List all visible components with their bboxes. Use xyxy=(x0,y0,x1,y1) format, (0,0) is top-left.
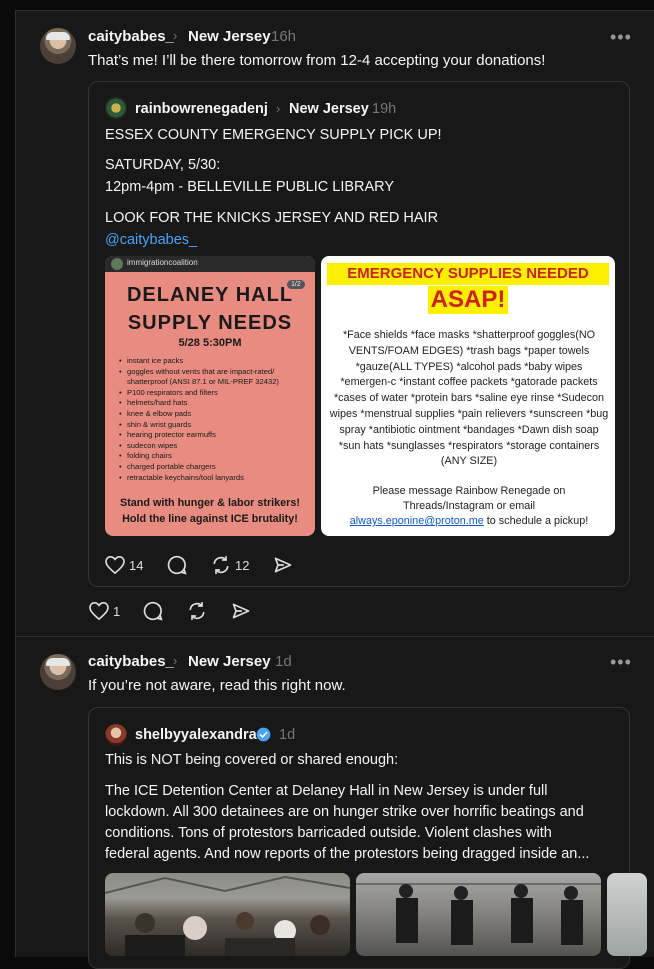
mention-link[interactable]: @caitybabes_ xyxy=(105,232,197,248)
quoted-avatar[interactable] xyxy=(105,724,127,746)
flyer-email: always.eponine@proton.me xyxy=(349,515,484,527)
flyer-header: immigrationcoalition xyxy=(105,256,315,272)
flyer-item: instant ice packs xyxy=(119,356,309,367)
post-divider xyxy=(15,636,654,637)
comment-icon[interactable] xyxy=(167,555,187,575)
quoted-text-line: SATURDAY, 5/30: xyxy=(105,157,221,173)
agents-photo-scene xyxy=(356,883,601,945)
flyer-image-emergency-supplies[interactable]: EMERGENCY SUPPLIES NEEDED ASAP! *Face sh… xyxy=(321,256,615,536)
quoted-location[interactable]: New Jersey xyxy=(289,101,369,117)
heart-icon[interactable] xyxy=(89,602,109,620)
flyer-heading-bar: EMERGENCY SUPPLIES NEEDED xyxy=(327,263,609,285)
post-location[interactable]: New Jersey xyxy=(188,28,271,45)
like-count: 14 xyxy=(129,558,144,573)
like-count: 1 xyxy=(113,604,121,619)
repost-icon[interactable] xyxy=(211,555,231,575)
flyer-item: shin & wrist guards xyxy=(119,420,309,431)
flyer-item: hearing protector earmuffs xyxy=(119,430,309,441)
quoted-text-line: federal agents. And now reports of the p… xyxy=(105,846,590,862)
flyer-cta-tail: to schedule a pickup! xyxy=(483,515,589,527)
quoted-text-line: This is NOT being covered or shared enou… xyxy=(105,752,399,768)
share-icon[interactable] xyxy=(273,555,293,575)
flyer-cta-line: Threads/Instagram or email xyxy=(402,500,535,512)
chevron-right-icon: › xyxy=(276,101,281,116)
more-options-icon[interactable]: ••• xyxy=(610,27,632,48)
account-avatar-icon xyxy=(111,258,123,270)
flyer-footer: Stand with hunger & labor strikers! xyxy=(120,497,300,509)
flyer-item: goggles without vents that are impact-ra… xyxy=(119,367,309,388)
flyer-item: knee & elbow pads xyxy=(119,409,309,420)
heart-icon[interactable] xyxy=(105,556,125,574)
quoted-time: 1d xyxy=(279,727,296,743)
quoted-text-line: LOOK FOR THE KNICKS JERSEY AND RED HAIR xyxy=(105,210,439,226)
quoted-avatar[interactable] xyxy=(105,97,127,119)
repost-icon[interactable] xyxy=(187,601,207,621)
flyer-cta: Please message Rainbow Renegade on Threa… xyxy=(329,484,609,529)
quoted-text-line: lockdown. All 300 detainees are on hunge… xyxy=(105,804,584,820)
post-username[interactable]: caitybabes_ xyxy=(88,28,174,45)
post-username[interactable]: caitybabes_ xyxy=(88,653,174,670)
comment-icon[interactable] xyxy=(143,601,163,621)
flyer-cta-line: Please message Rainbow Renegade on xyxy=(372,485,566,497)
flyer-title: SUPPLY NEEDS xyxy=(127,312,293,334)
flyer-item: retractable keychains/tool lanyards xyxy=(119,473,309,484)
post-text: That’s me! I’ll be there tomorrow from 1… xyxy=(88,52,546,69)
post-time: 1d xyxy=(275,653,292,670)
protest-photo-scene xyxy=(105,875,350,956)
verified-badge-icon xyxy=(256,727,271,742)
avatar[interactable] xyxy=(40,28,76,64)
more-options-icon[interactable]: ••• xyxy=(610,652,632,673)
protest-photo[interactable] xyxy=(105,873,350,956)
flyer-footer: Hold the line against ICE brutality! xyxy=(122,513,298,525)
third-photo-partial[interactable] xyxy=(607,873,647,956)
quoted-time: 19h xyxy=(372,101,397,117)
flyer-asap: ASAP! xyxy=(427,286,509,314)
top-divider xyxy=(15,0,654,11)
flyer-date: 5/28 5:30PM xyxy=(178,337,242,349)
flyer-cta-line: always.eponine@proton.me to schedule a p… xyxy=(329,514,609,529)
quoted-text-line: 12pm-4pm - BELLEVILLE PUBLIC LIBRARY xyxy=(105,179,395,195)
post-text: If you’re not aware, read this right now… xyxy=(88,677,346,694)
flyer-item: sudecon wipes xyxy=(119,441,309,452)
quoted-username[interactable]: shelbyyalexandra xyxy=(135,727,257,743)
quoted-text-line: ESSEX COUNTY EMERGENCY SUPPLY PICK UP! xyxy=(105,127,442,143)
quoted-text-line: The ICE Detention Center at Delaney Hall… xyxy=(105,783,548,799)
share-icon[interactable] xyxy=(231,601,251,621)
post-location[interactable]: New Jersey xyxy=(188,653,271,670)
chevron-right-icon: › xyxy=(173,28,178,43)
flyer-title: DELANEY HALL xyxy=(126,284,294,306)
flyer-item: folding chairs xyxy=(119,451,309,462)
agents-photo[interactable] xyxy=(356,873,601,956)
flyer-item: helmets/hard hats xyxy=(119,398,309,409)
chevron-right-icon: › xyxy=(173,653,178,668)
flyer-supply-list: *Face shields *face masks *shatterproof … xyxy=(329,329,609,468)
flyer-item: charged portable chargers xyxy=(119,462,309,473)
avatar[interactable] xyxy=(40,654,76,690)
flyer-image-delaney-hall[interactable]: immigrationcoalition 1/2 DELANEY HALL SU… xyxy=(105,256,315,536)
quoted-text-line: conditions. Tons of protestors barricade… xyxy=(105,825,552,841)
flyer-item: P100 respirators and filters xyxy=(119,388,309,399)
flyer-items: instant ice packs goggles without vents … xyxy=(119,356,309,483)
post-time: 16h xyxy=(271,28,297,45)
flyer-account: immigrationcoalition xyxy=(127,258,198,267)
quoted-username[interactable]: rainbowrenegadenj xyxy=(135,101,268,117)
flyer-heading: EMERGENCY SUPPLIES NEEDED xyxy=(347,265,589,282)
flyer-subheading: ASAP! xyxy=(321,286,615,314)
repost-count: 12 xyxy=(235,558,250,573)
